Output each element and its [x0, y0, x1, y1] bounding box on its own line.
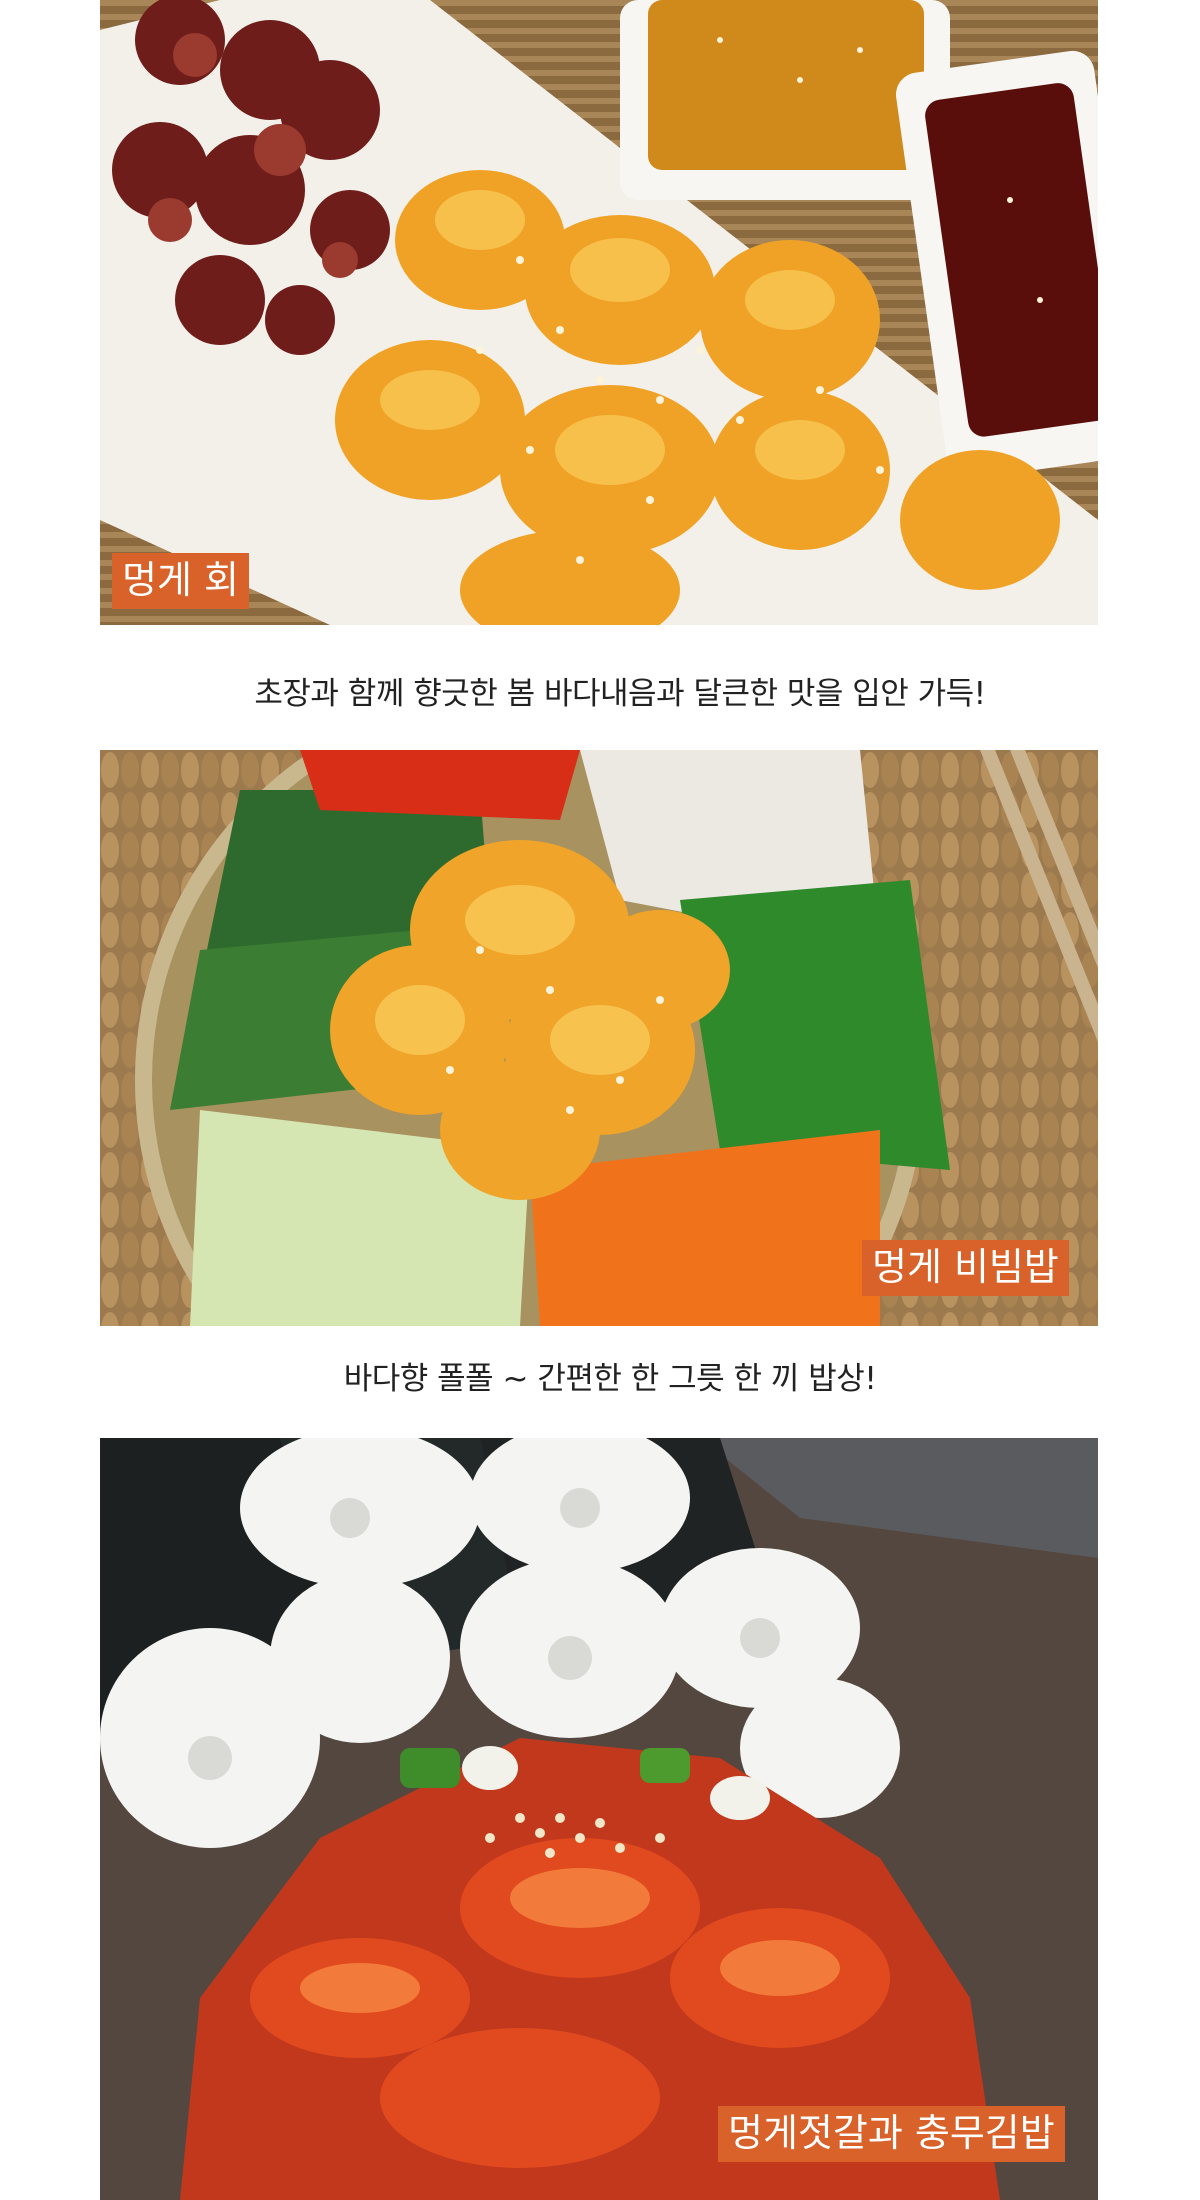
photo-jeotgal-chungmu-gimbap: 멍게젓갈과 충무김밥	[100, 1438, 1098, 2200]
caption-sashimi: 초장과 함께 향긋한 봄 바다내음과 달큰한 맛을 입안 가득!	[254, 676, 986, 712]
tag-sea-squirt-sashimi: 멍게 회	[112, 553, 249, 609]
tag-jeotgal-chungmu-gimbap: 멍게젓갈과 충무김밥	[718, 2106, 1065, 2162]
photo-sea-squirt-sashimi: 멍게 회	[100, 0, 1098, 625]
sashimi-illustration	[100, 0, 1098, 625]
tag-sea-squirt-bibimbap: 멍게 비빔밥	[862, 1240, 1069, 1296]
caption-bibimbap: 바다향 폴폴 ~ 간편한 한 그릇 한 끼 밥상!	[343, 1361, 877, 1397]
photo-sea-squirt-bibimbap: 멍게 비빔밥	[100, 750, 1098, 1326]
gimbap-illustration	[100, 1438, 1098, 2200]
